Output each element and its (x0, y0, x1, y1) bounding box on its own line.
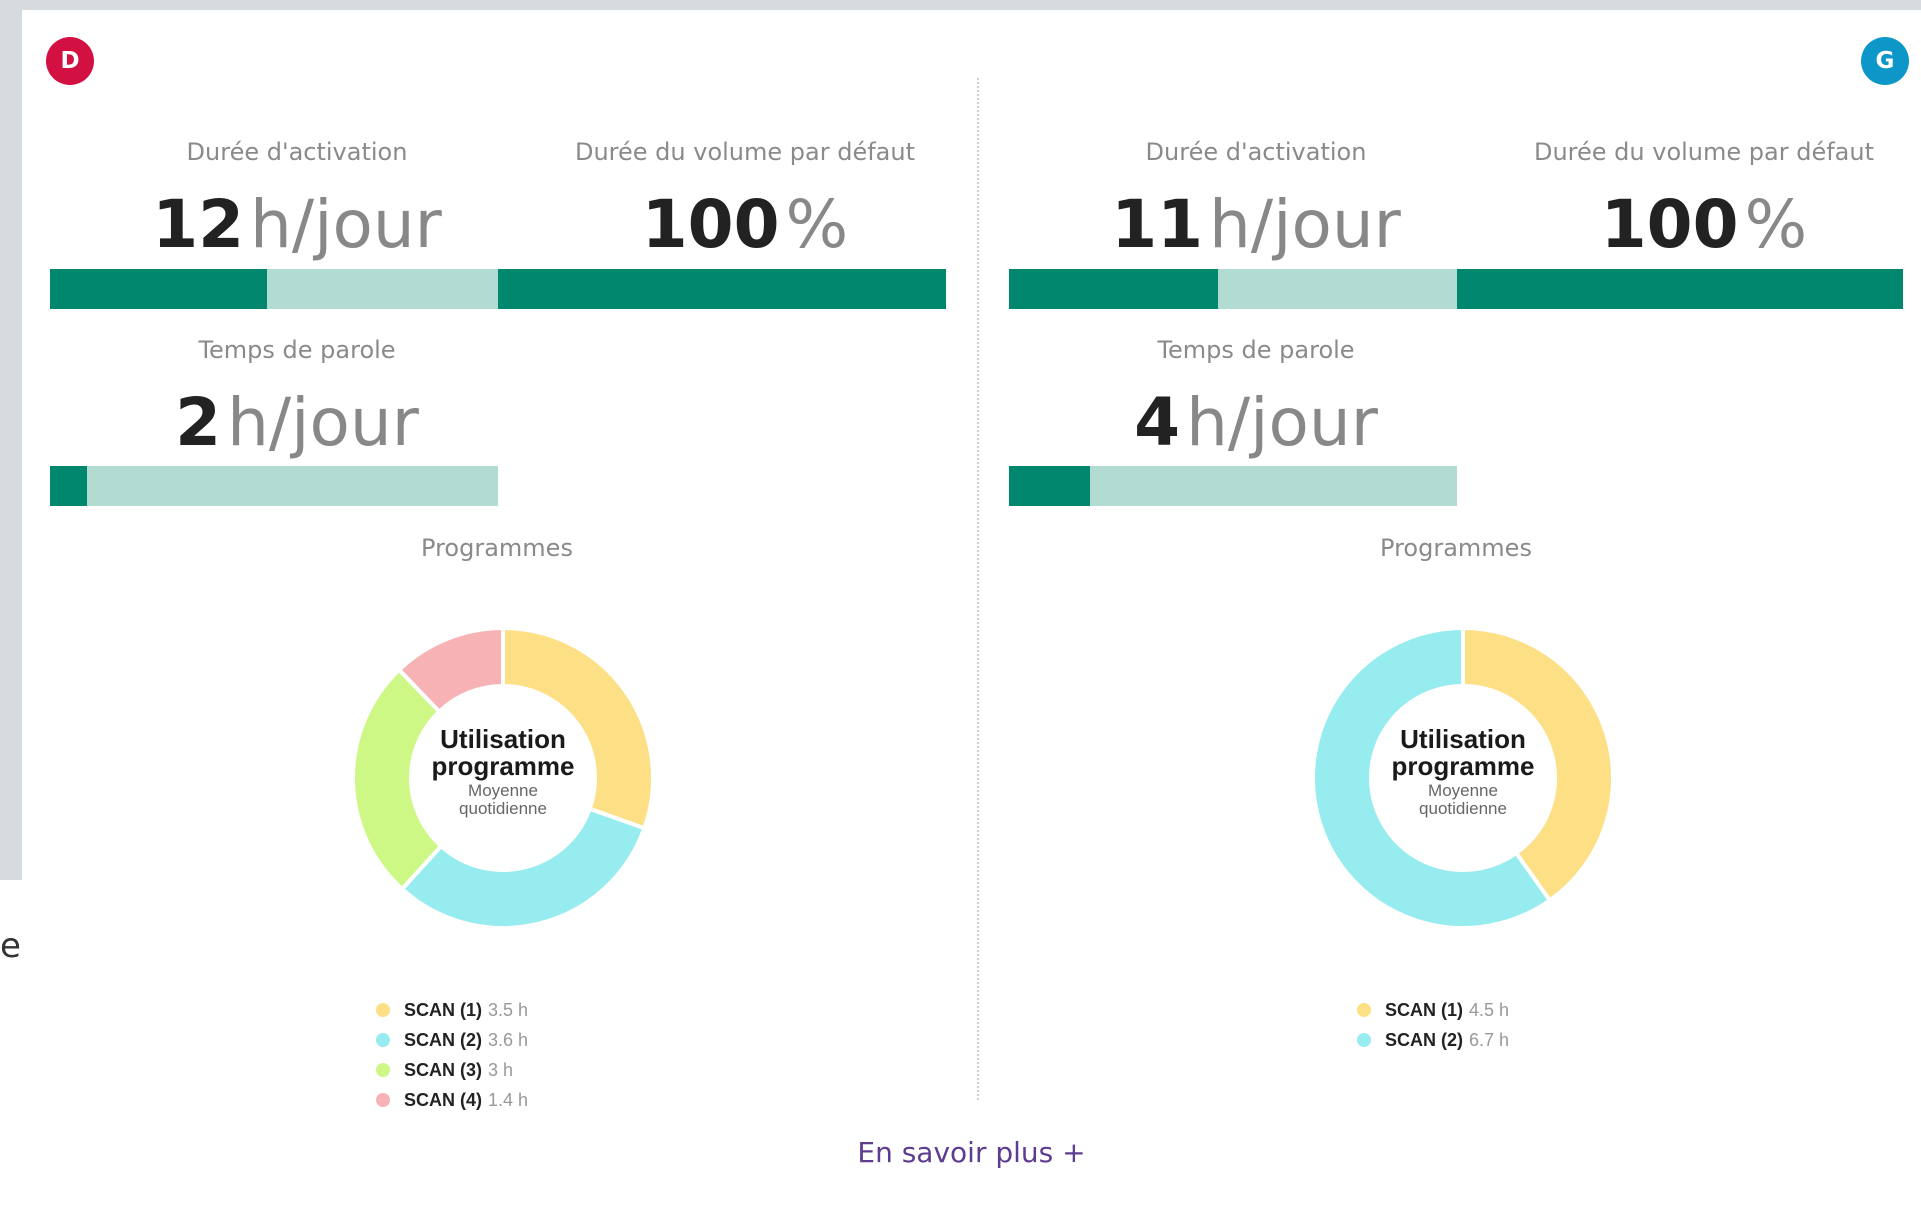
legend-value: 6.7 h (1469, 1029, 1510, 1050)
legend-dot (376, 1033, 390, 1047)
legend-name: SCAN (3) (404, 1059, 483, 1080)
activation-unit: h/jour (250, 186, 442, 263)
legend-item: SCAN (4) 1.4 h (376, 1085, 528, 1115)
volume-bar-fill (498, 269, 946, 309)
legend-value: 3.5 h (488, 999, 529, 1020)
legend-value: 3 h (488, 1059, 514, 1080)
panel-right: G Durée d'activation 11h/jour Durée du v… (981, 10, 1909, 1218)
talk-number: 2 (175, 384, 222, 461)
volume-value: 100% (520, 192, 970, 258)
volume-bar-fill (1457, 269, 1903, 309)
legend-name: SCAN (2) (1385, 1029, 1464, 1050)
activation-label: Durée d'activation (1145, 138, 1367, 166)
program-donut-right: Utilisation programme Moyenne quotidienn… (1311, 625, 1615, 930)
talk-bar-fill (1009, 466, 1090, 506)
donut-title-1: Utilisation (440, 724, 566, 754)
volume-bar (498, 269, 946, 309)
programs-label: Programmes (1380, 534, 1532, 562)
legend-dot (1357, 1003, 1371, 1017)
talk-value: 4h/jour (1031, 390, 1481, 456)
programs-label: Programmes (421, 534, 573, 562)
legend-name: SCAN (2) (404, 1029, 483, 1050)
activation-number: 11 (1111, 186, 1204, 263)
donut-title-2: programme (1391, 751, 1534, 781)
stats-card: D Durée d'activation 12h/jour Durée du v… (22, 10, 1921, 1218)
panel-divider (977, 78, 979, 1100)
donut-slice-2 (399, 806, 647, 930)
talk-bar (50, 466, 498, 506)
legend-item: SCAN (1) 4.5 h (1357, 995, 1509, 1025)
activation-label: Durée d'activation (186, 138, 408, 166)
volume-number: 100 (1600, 186, 1739, 263)
talk-label: Temps de parole (198, 336, 396, 364)
talk-unit: h/jour (1186, 384, 1378, 461)
legend-item: SCAN (1) 3.5 h (376, 995, 528, 1025)
volume-label: Durée du volume par défaut (574, 138, 916, 166)
donut-sub-1: Moyenne (468, 781, 538, 800)
talk-unit: h/jour (227, 384, 419, 461)
legend-name: SCAN (4) (404, 1089, 483, 1110)
legend-item: SCAN (3) 3 h (376, 1055, 528, 1085)
talk-value: 2h/jour (72, 390, 522, 456)
donut-sub-2: quotidienne (459, 799, 547, 818)
side-badge-right: G (1861, 37, 1909, 85)
donut-slice-3 (351, 666, 444, 892)
legend-dot (376, 1003, 390, 1017)
activation-number: 12 (152, 186, 245, 263)
volume-bar (1457, 269, 1903, 309)
donut-sub-2: quotidienne (1419, 799, 1507, 818)
donut-title-2: programme (431, 751, 574, 781)
program-donut-left: Utilisation programme Moyenne quotidienn… (351, 625, 655, 930)
legend-dot (376, 1063, 390, 1077)
talk-number: 4 (1134, 384, 1181, 461)
program-legend-left: SCAN (1) 3.5 h SCAN (2) 3.6 h SCAN (3) 3 h … (376, 995, 528, 1115)
legend-value: 3.6 h (488, 1029, 529, 1050)
edge-text: e (0, 926, 21, 966)
volume-value: 100% (1479, 192, 1921, 258)
talk-bar-fill (50, 466, 88, 506)
volume-unit: % (785, 186, 849, 263)
volume-number: 100 (641, 186, 780, 263)
activation-bar-fill (1009, 269, 1219, 309)
legend-value: 4.5 h (1469, 999, 1510, 1020)
legend-name: SCAN (1) (1385, 999, 1464, 1020)
side-badge-left: D (46, 37, 94, 85)
talk-label: Temps de parole (1157, 336, 1355, 364)
learn-more-link[interactable]: En savoir plus + (22, 1136, 1921, 1169)
activation-value: 12h/jour (72, 192, 522, 258)
activation-value: 11h/jour (1031, 192, 1481, 258)
donut-sub-1: Moyenne (1428, 781, 1498, 800)
activation-bar-fill (50, 269, 268, 309)
volume-unit: % (1744, 186, 1808, 263)
legend-name: SCAN (1) (404, 999, 483, 1020)
panel-left: D Durée d'activation 12h/jour Durée du v… (22, 10, 946, 1218)
activation-bar (1009, 269, 1457, 309)
program-legend-right: SCAN (1) 4.5 h SCAN (2) 6.7 h (1357, 995, 1509, 1055)
activation-unit: h/jour (1209, 186, 1401, 263)
volume-label: Durée du volume par défaut (1533, 138, 1875, 166)
legend-value: 1.4 h (488, 1089, 529, 1110)
talk-bar (1009, 466, 1457, 506)
legend-item: SCAN (2) 6.7 h (1357, 1025, 1509, 1055)
legend-dot (376, 1093, 390, 1107)
activation-bar (50, 269, 498, 309)
legend-item: SCAN (2) 3.6 h (376, 1025, 528, 1055)
legend-dot (1357, 1033, 1371, 1047)
donut-title-1: Utilisation (1400, 724, 1526, 754)
